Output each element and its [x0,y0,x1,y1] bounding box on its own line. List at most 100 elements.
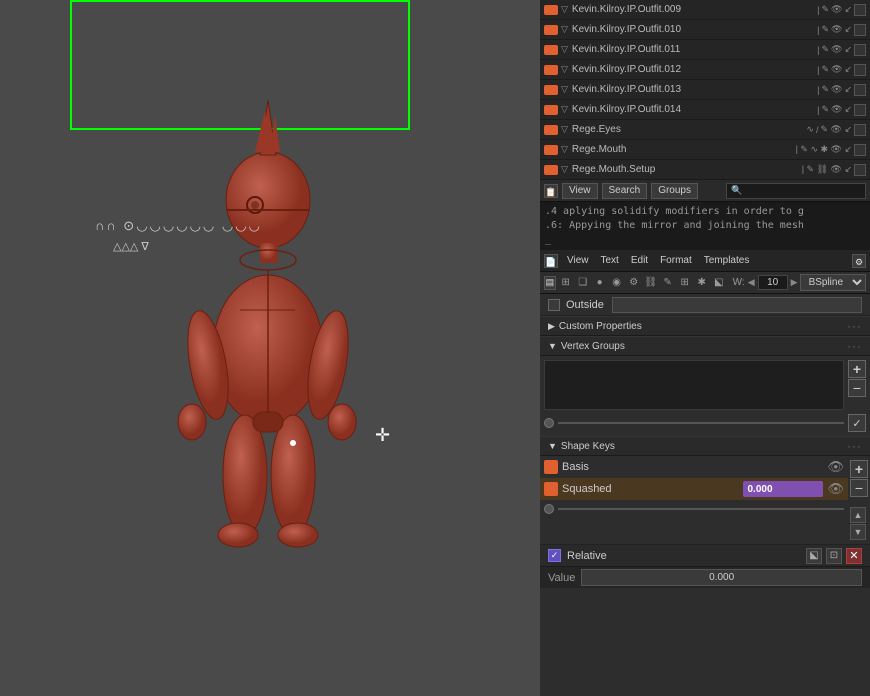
outliner: ▽ Kevin.Kilroy.IP.Outfit.009 | ✎ 👁 ↙ ▽ K… [540,0,870,180]
outliner-row-rege-mouth[interactable]: ▽ Rege.Mouth | ✎ ∿ ✱ 👁 ↙ [540,140,870,160]
sk-remove-button[interactable]: − [850,479,868,497]
rel-icon-1[interactable]: ⬕ [806,548,822,564]
sk-eye-basis[interactable]: 👁 [827,459,844,475]
w-dec[interactable]: ◀ [748,277,755,288]
w-inc[interactable]: ▶ [791,277,798,288]
sk-add-button[interactable]: + [850,460,868,478]
console-search-btn[interactable]: Search [602,183,648,199]
sk-value-bar: 0.000 👁 [743,481,844,497]
outliner-item-name: Kevin.Kilroy.IP.Outfit.014 [570,104,817,115]
toolbar-icon-7[interactable]: ✎ [660,275,676,291]
custom-properties-label: Custom Properties [559,321,642,332]
toolbar-icon-8[interactable]: ⊞ [677,275,693,291]
outliner-item-name: Rege.Mouth.Setup [570,164,802,175]
editor-view-menu[interactable]: View [564,254,592,267]
outliner-item-name: Kevin.Kilroy.IP.Outfit.011 [570,44,817,55]
console-line2: .6: Appying the mirror and joining the m… [545,219,865,233]
outliner-item-name: Kevin.Kilroy.IP.Outfit.012 [570,64,817,75]
shape-keys-header[interactable]: ▼ Shape Keys ··· [540,436,870,456]
outside-checkbox-box[interactable] [548,299,560,311]
console-cursor: _ [545,233,865,247]
console-area: 📋 View Search Groups 🔍 .4 aplying solidi… [540,180,870,250]
editor-edit-menu[interactable]: Edit [628,254,651,267]
vg-add-button[interactable]: + [848,360,866,378]
sk-icon-squashed [544,482,558,496]
shape-key-basis[interactable]: Basis 👁 [540,456,848,478]
editor-format-menu[interactable]: Format [657,254,695,267]
toolbar-icon-9[interactable]: ✱ [694,275,710,291]
viewport-3d[interactable]: ∩∩ ⊙◡◡◡◡◡◡ ◡◡◡ △△△ ∇ ✛ [0,0,540,696]
editor-icon: 📄 [544,254,558,268]
editor-toolbar: ▤ ⊞ ❏ ● ◉ ⚙ ⛓ ✎ ⊞ ✱ ⬕ W: ◀ ▶ BSpline [540,272,870,294]
console-line1: .4 aplying solidify modifiers in order t… [545,205,865,219]
sk-scroll-up[interactable]: ▲ [850,507,866,523]
outliner-row-icons: | ✎ 👁 ↙ [817,24,866,36]
custom-props-arrow: ▶ [548,321,555,332]
rel-icon-2[interactable]: ⊡ [826,548,842,564]
toolbar-icon-5[interactable]: ⚙ [626,275,642,291]
center-dot [290,440,296,446]
sk-value: 0.000 [747,484,772,495]
console-content: .4 aplying solidify modifiers in order t… [540,202,870,250]
sk-bottom-controls [540,500,848,518]
vertex-groups-header[interactable]: ▼ Vertex Groups ··· [540,336,870,356]
console-header: 📋 View Search Groups 🔍 [540,180,870,202]
toolbar-icon-2[interactable]: ❏ [575,275,591,291]
toolbar-icon-6[interactable]: ⛓ [643,275,659,291]
interpolation-select[interactable]: BSpline [800,274,866,291]
editor-settings-btn[interactable]: ⚙ [852,254,866,268]
editor-templates-menu[interactable]: Templates [701,254,753,267]
outliner-row[interactable]: ▽ Kevin.Kilroy.IP.Outfit.011 | ✎ 👁 ↙ [540,40,870,60]
outliner-row-rege-mouth-setup[interactable]: ▽ Rege.Mouth.Setup | ✎ ⛓ 👁 ↙ [540,160,870,180]
editor-header: 📄 View Text Edit Format Templates ⚙ [540,250,870,272]
bottom-icons: △△△ ∇ [113,240,149,253]
vg-remove-button[interactable]: − [848,379,866,397]
relative-label: Relative [567,550,800,562]
vg-line [558,422,844,424]
sk-dots: ··· [847,439,862,453]
outliner-row-rege-eyes[interactable]: ▽ Rege.Eyes ∿ / ✎ 👁 ↙ [540,120,870,140]
outliner-row[interactable]: ▽ Kevin.Kilroy.IP.Outfit.012 | ✎ 👁 ↙ [540,60,870,80]
vertex-groups-label: Vertex Groups [561,341,625,352]
sk-eye-squashed[interactable]: 👁 [827,481,844,497]
toolbar-icon-3[interactable]: ● [592,275,608,291]
console-search-input[interactable]: 🔍 [726,183,866,199]
toolbar-group: ⊞ ❏ ● ◉ ⚙ ⛓ ✎ ⊞ ✱ ⬕ [558,275,727,291]
outside-value-field[interactable] [612,297,862,313]
toolbar-btn-1[interactable]: ▤ [544,276,556,290]
relative-section: ✓ Relative ⬕ ⊡ ✕ [540,544,870,566]
right-panel: ▽ Kevin.Kilroy.IP.Outfit.009 | ✎ 👁 ↙ ▽ K… [540,0,870,696]
sk-icon-basis [544,460,558,474]
toolbar-icon-10[interactable]: ⬕ [711,275,727,291]
outliner-row[interactable]: ▽ Kevin.Kilroy.IP.Outfit.009 | ✎ 👁 ↙ [540,0,870,20]
outliner-row-icons: | ✎ 👁 ↙ [817,84,866,96]
outliner-row[interactable]: ▽ Kevin.Kilroy.IP.Outfit.014 | ✎ 👁 ↙ [540,100,870,120]
value-row: Value [540,566,870,588]
sk-name-basis: Basis [562,461,823,473]
outliner-row[interactable]: ▽ Kevin.Kilroy.IP.Outfit.013 | ✎ 👁 ↙ [540,80,870,100]
outliner-row-icons: | ✎ 👁 ↙ [817,64,866,76]
toolbar-icon-1[interactable]: ⊞ [558,275,574,291]
shape-key-squashed[interactable]: Squashed 0.000 👁 [540,478,848,500]
outliner-row[interactable]: ▽ Kevin.Kilroy.IP.Outfit.010 | ✎ 👁 ↙ [540,20,870,40]
vg-check-button[interactable]: ✓ [848,414,866,432]
relative-icons: ⬕ ⊡ ✕ [806,548,862,564]
editor-text-menu[interactable]: Text [598,254,622,267]
character-model [120,60,420,640]
value-input[interactable] [581,569,862,586]
floating-icons: ∩∩ ⊙◡◡◡◡◡◡ ◡◡◡ [95,218,262,234]
vg-arrow: ▼ [548,341,557,351]
console-view-btn[interactable]: View [562,183,598,199]
console-groups-btn[interactable]: Groups [651,183,698,199]
sk-scroll-down[interactable]: ▼ [850,524,866,540]
text-editor: 📄 View Text Edit Format Templates ⚙ ▤ ⊞ … [540,250,870,316]
sk-bar[interactable]: 0.000 [743,481,823,497]
vg-side-buttons: + − [848,360,866,414]
outside-checkbox: Outside [548,299,604,311]
rel-close-button[interactable]: ✕ [846,548,862,564]
toolbar-icon-4[interactable]: ◉ [609,275,625,291]
relative-checkbox[interactable]: ✓ [548,549,561,562]
custom-properties-header[interactable]: ▶ Custom Properties ··· [540,316,870,336]
w-value-input[interactable] [758,275,788,290]
vertex-groups-list[interactable] [544,360,844,410]
